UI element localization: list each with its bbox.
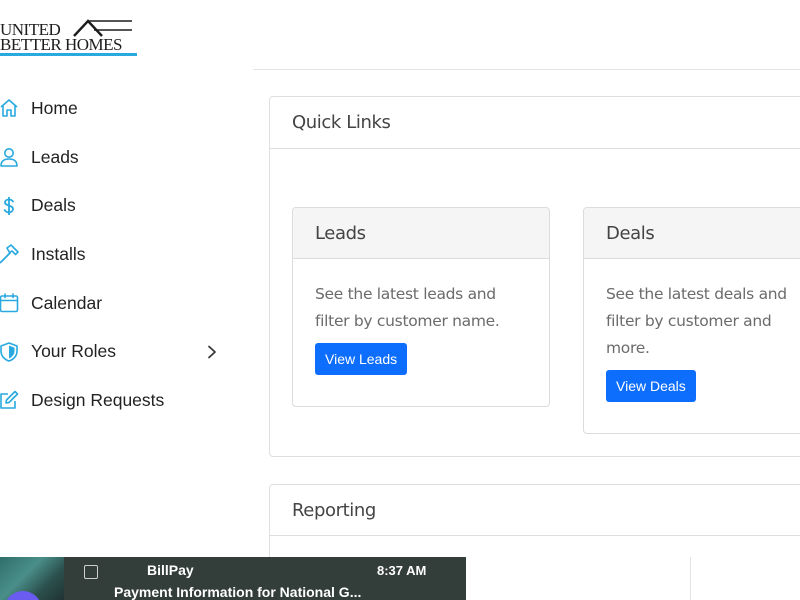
logo-text-better-homes: BETTER HOMES: [0, 35, 122, 54]
chevron-right-icon[interactable]: [206, 345, 218, 359]
leads-card-title: Leads: [315, 222, 366, 244]
hammer-icon: [0, 243, 20, 265]
notification-subject: Payment Information for National G...: [114, 584, 362, 600]
sidebar-item-label: Installs: [31, 243, 86, 264]
view-leads-button[interactable]: View Leads: [315, 343, 408, 375]
sidebar-item-label: Home: [31, 97, 78, 118]
reporting-header: Reporting: [270, 485, 800, 536]
sidebar-item-deals[interactable]: Deals: [0, 181, 240, 230]
dollar-icon: [0, 195, 20, 217]
shield-icon: [0, 341, 20, 363]
email-notification[interactable]: BillPay 8:37 AM Payment Information for …: [0, 557, 466, 600]
notification-checkbox[interactable]: [84, 565, 98, 579]
sidebar-item-calendar[interactable]: Calendar: [0, 279, 240, 328]
logo-underline: [0, 53, 137, 56]
notification-time: 8:37 AM: [377, 563, 427, 578]
edit-icon: [0, 389, 20, 411]
quick-links-title: Quick Links: [292, 112, 391, 133]
sidebar-item-design-requests[interactable]: Design Requests: [0, 376, 240, 425]
home-icon: [0, 97, 20, 119]
notification-sender: BillPay: [147, 562, 194, 578]
sidebar-item-home[interactable]: Home: [0, 84, 240, 133]
sidebar-item-installs[interactable]: Installs: [0, 230, 240, 279]
sidebar-item-label: Deals: [31, 195, 76, 216]
view-deals-button[interactable]: View Deals: [606, 370, 696, 402]
sidebar-item-label: Leads: [31, 146, 79, 167]
reporting-title: Reporting: [292, 499, 376, 521]
deals-card-title: Deals: [606, 222, 655, 244]
reporting-column-divider: [690, 557, 691, 600]
sidebar-item-label: Your Roles: [31, 341, 116, 362]
leads-card-body: See the latest leads and filter by custo…: [293, 259, 549, 375]
leads-card-header: Leads: [293, 208, 549, 259]
company-logo[interactable]: UNITED BETTER HOMES: [0, 18, 140, 58]
leads-quick-link-card: Leads See the latest leads and filter by…: [292, 207, 550, 407]
deals-card-header: Deals: [584, 208, 800, 259]
sidebar-item-label: Calendar: [31, 292, 103, 313]
sidebar-item-label: Design Requests: [31, 389, 165, 410]
deals-card-description: See the latest deals and filter by custo…: [606, 285, 787, 357]
avatar: [4, 591, 42, 600]
deals-quick-link-card: Deals See the latest deals and filter by…: [583, 207, 800, 434]
leads-card-description: See the latest leads and filter by custo…: [315, 285, 500, 330]
sidebar-nav: Home Leads Deals Installs Calendar Your …: [0, 84, 240, 425]
header-divider: [253, 69, 800, 70]
user-icon: [0, 146, 20, 168]
calendar-icon: [0, 292, 20, 314]
notification-thumbnail: [0, 557, 64, 600]
quick-links-header: Quick Links: [270, 97, 800, 149]
deals-card-body: See the latest deals and filter by custo…: [584, 259, 800, 402]
sidebar-item-your-roles[interactable]: Your Roles: [0, 327, 240, 376]
sidebar-item-leads[interactable]: Leads: [0, 133, 240, 182]
